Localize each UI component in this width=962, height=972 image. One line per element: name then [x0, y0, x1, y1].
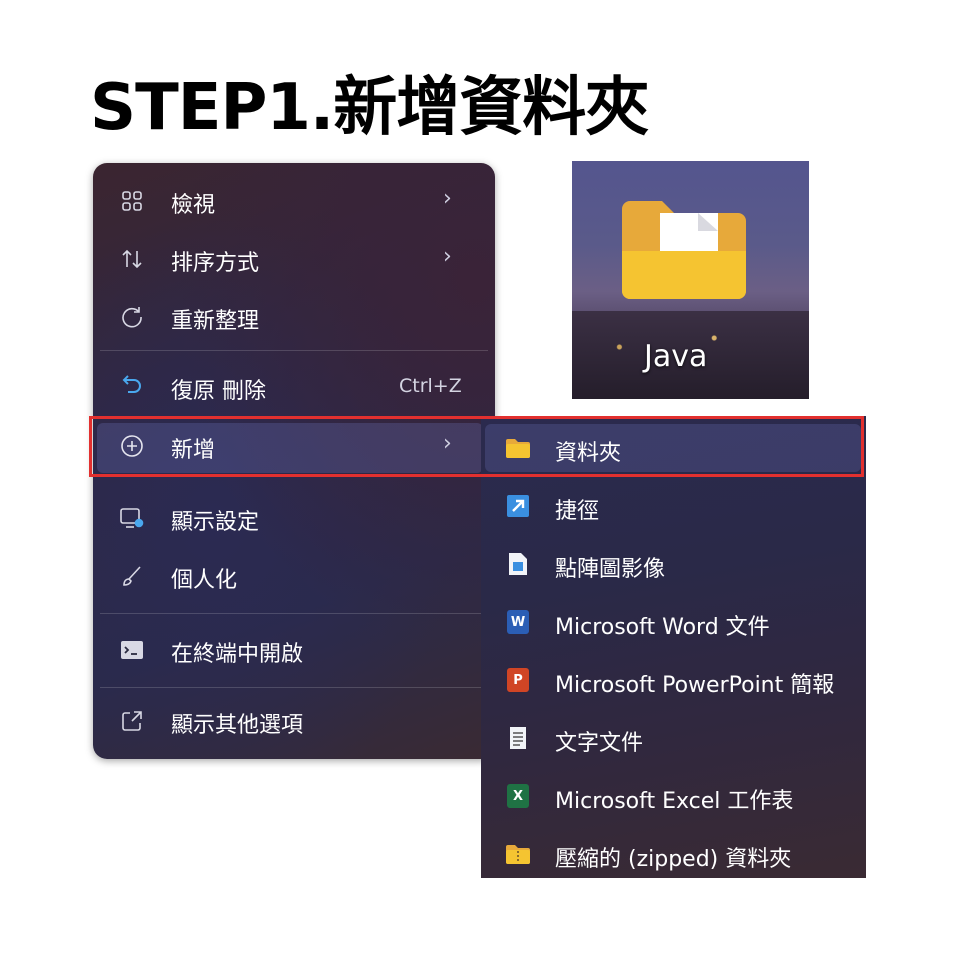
chevron-right-icon: › [443, 244, 452, 269]
menu-separator [100, 350, 488, 351]
desktop-preview: Java [572, 161, 809, 399]
powerpoint-icon: P [505, 667, 531, 693]
new-submenu: 資料夾 捷徑 點陣圖影像 W Microsoft Word 文件 P Micro… [481, 416, 866, 878]
sort-icon [119, 246, 145, 272]
menu-item-label: 檢視 [171, 193, 216, 218]
excel-icon: X [505, 783, 531, 809]
menu-item-more-options[interactable]: 顯示其他選項 [93, 697, 495, 745]
submenu-item-label: 文字文件 [555, 731, 644, 756]
menu-item-undo-delete[interactable]: 復原 刪除 Ctrl+Z [93, 363, 495, 411]
submenu-item-excel[interactable]: X Microsoft Excel 工作表 [481, 772, 866, 822]
menu-separator [100, 687, 488, 688]
grid-icon [119, 188, 145, 214]
text-document-icon [505, 725, 531, 751]
submenu-item-text-document[interactable]: 文字文件 [481, 714, 866, 764]
submenu-item-label: Microsoft Excel 工作表 [555, 789, 794, 814]
refresh-icon [119, 304, 145, 330]
menu-item-sort[interactable]: 排序方式 › [93, 235, 495, 283]
display-settings-icon [119, 505, 145, 531]
menu-item-view[interactable]: 檢視 › [93, 177, 495, 225]
desktop-icon-label: Java [644, 339, 708, 374]
terminal-icon [119, 637, 145, 663]
submenu-item-label: 點陣圖影像 [555, 557, 666, 582]
menu-item-label: 顯示設定 [171, 510, 260, 535]
menu-item-label: 排序方式 [171, 251, 260, 276]
shortcut-label: Ctrl+Z [399, 375, 462, 397]
menu-item-personalize[interactable]: 個人化 [93, 552, 495, 600]
page-title: STEP1.新增資料夾 [90, 71, 649, 145]
word-icon: W [505, 609, 531, 635]
submenu-item-zip-folder[interactable]: 壓縮的 (zipped) 資料夾 [481, 830, 866, 880]
submenu-item-label: Microsoft PowerPoint 簡報 [555, 673, 835, 698]
menu-item-label: 個人化 [171, 568, 238, 593]
bitmap-icon [505, 551, 531, 577]
menu-item-refresh[interactable]: 重新整理 [93, 293, 495, 341]
menu-item-label: 復原 刪除 [171, 379, 266, 404]
submenu-item-label: Microsoft Word 文件 [555, 615, 770, 640]
submenu-item-label: 壓縮的 (zipped) 資料夾 [555, 847, 792, 872]
zip-folder-icon [505, 841, 531, 867]
menu-item-label: 顯示其他選項 [171, 713, 304, 738]
submenu-item-bitmap[interactable]: 點陣圖影像 [481, 540, 866, 590]
menu-separator [100, 613, 488, 614]
submenu-item-shortcut[interactable]: 捷徑 [481, 482, 866, 532]
submenu-item-label: 捷徑 [555, 499, 600, 524]
menu-item-label: 重新整理 [171, 309, 260, 334]
menu-item-open-terminal[interactable]: 在終端中開啟 [93, 626, 495, 674]
highlight-box [89, 416, 864, 477]
external-link-icon [119, 708, 145, 734]
submenu-item-word[interactable]: W Microsoft Word 文件 [481, 598, 866, 648]
submenu-item-powerpoint[interactable]: P Microsoft PowerPoint 簡報 [481, 656, 866, 706]
menu-item-label: 在終端中開啟 [171, 642, 304, 667]
shortcut-icon [505, 493, 531, 519]
menu-item-display-settings[interactable]: 顯示設定 [93, 494, 495, 542]
chevron-right-icon: › [443, 186, 452, 211]
brush-icon [119, 563, 145, 589]
undo-icon [119, 374, 145, 400]
folder-icon[interactable] [620, 199, 750, 307]
